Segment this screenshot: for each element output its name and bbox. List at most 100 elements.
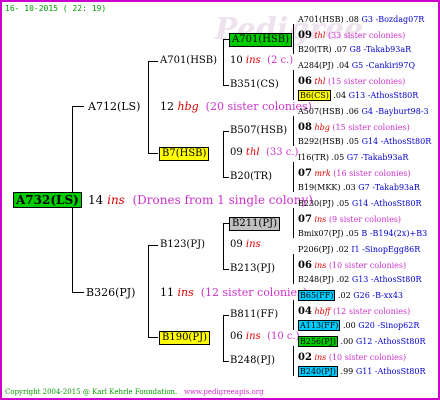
gen4-sep: B - <box>361 229 373 238</box>
gen4-code: A701(HSB) <box>298 15 344 24</box>
gen4-num: 06 <box>298 260 312 271</box>
gen4-sep: G20 - <box>358 321 381 330</box>
gen4-sign: mrk <box>314 169 331 178</box>
connector <box>293 254 294 284</box>
gen4-breeder: AthosSt80R <box>383 137 432 146</box>
gen4-queen[interactable]: A507(HSB) .06 G4 -Bayburt98-3 <box>298 108 429 116</box>
gen3-code: A701(HSB) <box>232 34 290 45</box>
gen4-queen[interactable]: P206(PJ) .02 I1 -SinopEgg86R <box>298 246 420 254</box>
gen4-queen[interactable]: B240(PJ) .99 G11 -AthosSt80R <box>298 366 426 377</box>
gen4-breeder: AthosSt80R <box>370 91 419 100</box>
gen4-queen[interactable]: B230(PJ) .05 G14 -AthosSt80R <box>298 200 421 208</box>
gen4-note: (15 sister colonies) <box>332 123 410 132</box>
gen4-note: (12 sister colonies) <box>332 307 411 316</box>
gen4-queen[interactable]: B248(PJ) .02 G13 -AthosSt80R <box>298 276 421 284</box>
gen4-sep: G7 - <box>358 183 375 192</box>
gen4-breeder: SinopEgg86R <box>364 245 421 254</box>
gen4-sep: G12 - <box>355 337 378 346</box>
connector <box>223 223 224 270</box>
gen4-drones: 04 hbff (12 sister colonies) <box>298 307 410 317</box>
connector <box>223 131 224 178</box>
gen4-sign: ins <box>314 215 327 224</box>
gen2-queen[interactable]: B190(PJ) <box>159 331 210 345</box>
gen4-code: B248(PJ) <box>298 275 334 284</box>
gen4-num: 09 <box>298 30 312 41</box>
gen4-year: .05 <box>336 199 350 208</box>
gen3-queen[interactable]: B351(CS) <box>230 80 279 90</box>
gen1-bottom-note: (12 sister colonies) <box>200 286 308 299</box>
gen4-year: .00 <box>340 337 354 346</box>
gen4-year: .08 <box>346 15 359 24</box>
gen4-code: B292(HSB) <box>298 137 344 146</box>
gen4-queen[interactable]: B292(HSB) .05 G14 -AthosSt80R <box>298 138 431 146</box>
gen4-code: B65(FF) <box>298 290 336 301</box>
gen2-queen[interactable]: B123(PJ) <box>160 240 205 250</box>
connector <box>148 245 158 246</box>
gen2-queen[interactable]: A701(HSB) <box>160 56 217 66</box>
gen2-sign: ins <box>245 55 261 66</box>
gen4-sep: G11 - <box>355 367 378 376</box>
gen4-sep: G3 - <box>361 15 379 24</box>
footer-url: www.pedigreeapis.org <box>183 388 264 396</box>
gen4-queen[interactable]: B6(CS) .04 G13 -AthosSt80R <box>298 90 419 101</box>
root-queen[interactable]: A732(LS) <box>13 192 82 208</box>
gen4-queen[interactable]: A701(HSB) .08 G3 -Bozdag07R <box>298 16 424 24</box>
gen4-code: I16(TR) <box>298 153 329 162</box>
gen3-queen[interactable]: B20(TR) <box>230 172 272 182</box>
gen3-queen[interactable]: A701(HSB) <box>229 33 293 47</box>
gen3-queen[interactable]: B211(PJ) <box>229 217 280 231</box>
gen4-num: 08 <box>298 122 312 133</box>
gen3-queen[interactable]: B248(PJ) <box>230 356 275 366</box>
gen4-note: (10 sister colonies) <box>328 353 407 362</box>
gen4-breeder: Takab93aR <box>374 183 420 192</box>
gen2-note: (33 c.) <box>265 147 299 158</box>
gen4-num: 07 <box>298 214 312 225</box>
gen3-queen[interactable]: B213(PJ) <box>230 264 275 274</box>
connector <box>293 24 294 54</box>
gen4-drones: 07 ins (9 sister colonies) <box>298 215 401 225</box>
gen4-code: B6(CS) <box>298 90 331 101</box>
gen4-breeder: AthosSt80R <box>377 337 426 346</box>
connector <box>148 61 149 154</box>
root-num: 14 <box>88 193 104 207</box>
gen4-sep: G8 - <box>349 45 366 54</box>
gen4-num: 04 <box>298 306 312 317</box>
gen1-top-sign: hbg <box>177 100 199 113</box>
gen2-queen[interactable]: B7(HSB) <box>159 147 210 161</box>
gen4-sep: G14 - <box>361 137 384 146</box>
gen4-year: .00 <box>342 321 356 330</box>
gen4-queen[interactable]: A113(FF) .00 G20 -Sinop62R <box>298 320 420 331</box>
gen1-bottom-num: 11 <box>160 286 174 299</box>
gen2-drones: 09 thl (33 c.) <box>230 148 298 158</box>
gen3-queen[interactable]: B507(HSB) <box>230 126 287 136</box>
connector <box>223 361 229 362</box>
gen2-sign: thl <box>245 147 260 158</box>
gen4-code: Bmix07(PJ) <box>298 229 344 238</box>
gen2-num: 09 <box>230 147 243 158</box>
gen2-drones: 09 ins <box>230 240 261 250</box>
gen4-breeder: AthosSt80R <box>377 367 426 376</box>
root-note: (Drones from 1 single colony) <box>132 193 313 207</box>
gen4-code: B240(PJ) <box>298 366 338 377</box>
gen4-drones: 08 hbg (15 sister colonies) <box>298 123 410 133</box>
gen4-queen[interactable]: B19(MKK) .03 G7 -Takab93aR <box>298 184 420 192</box>
gen4-breeder: Sinop62R <box>380 321 420 330</box>
gen4-queen[interactable]: B65(FF) .02 G26 -B-xx43 <box>298 290 403 301</box>
gen4-queen[interactable]: B20(TR) .07 G8 -Takab93aR <box>298 46 411 54</box>
gen1-top-queen[interactable]: A712(LS) <box>88 101 140 112</box>
gen4-year: .99 <box>340 367 354 376</box>
gen1-bottom-queen[interactable]: B326(PJ) <box>86 287 135 298</box>
gen3-queen[interactable]: B811(FF) <box>230 310 278 320</box>
gen4-queen[interactable]: I16(TR) .05 G7 -Takab93aR <box>298 154 408 162</box>
gen4-queen[interactable]: Bmix07(PJ) .05 B -B194(2x)+B3 <box>298 230 427 238</box>
gen1-top-num: 12 <box>160 100 174 113</box>
gen4-num: 02 <box>298 352 312 363</box>
gen4-queen[interactable]: A284(PJ) .04 G5 -Cankiri97Q <box>298 62 415 70</box>
gen4-breeder: Takab93aR <box>363 153 409 162</box>
pedigree-page: 16- 10-2015 ( 22: 19) Pedigree A732(LS) … <box>0 0 440 400</box>
gen4-sign: hbff <box>314 307 331 316</box>
gen4-queen[interactable]: B256(PJ) .00 G12 -AthosSt80R <box>298 336 426 347</box>
connector <box>293 162 294 192</box>
gen4-code: B230(PJ) <box>298 199 334 208</box>
connector <box>293 208 294 238</box>
